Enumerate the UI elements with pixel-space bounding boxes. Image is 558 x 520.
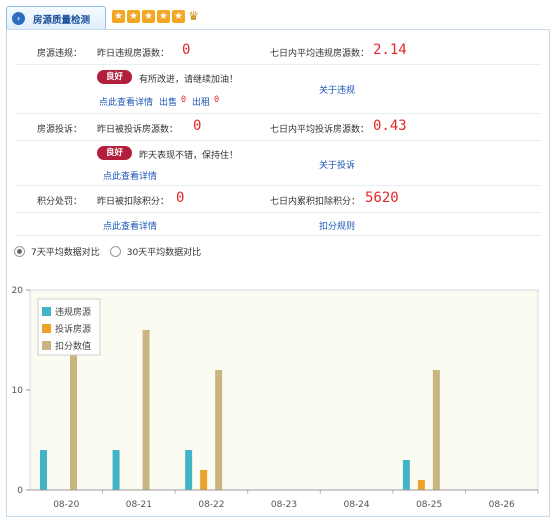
violation-label: 房源违规： [37,49,83,59]
bar [432,370,440,490]
complaint-detail-link[interactable]: 点此查看详情 [103,169,157,182]
y-tick-label: 10 [12,386,24,396]
legend-swatch [42,324,51,333]
bar [142,330,150,490]
bar [402,460,410,490]
rent-link[interactable]: 出租 [192,95,210,108]
violation-avg-value: 2.14 [373,42,407,58]
plot-area [29,289,539,491]
complaint-avg-label: 七日内平均投诉房源数： [270,125,370,135]
status-badge: 良好 [97,70,132,84]
star-icon: ★ [157,10,170,23]
legend-label: 扣分数值 [55,340,91,352]
sale-count: 0 [181,95,187,105]
bar [215,370,223,490]
about-violation-link[interactable]: 关于违规 [319,83,355,96]
points-yesterday-value: 0 [176,190,185,206]
violation-row: 房源违规： 昨日违规房源数： 0 七日内平均违规房源数： 2.14 [15,38,541,65]
tab-title: 房源质量检测 [33,15,91,26]
complaint-avg-value: 0.43 [373,118,407,134]
compare-7-label[interactable]: 7天平均数据对比 [31,245,100,258]
bar [200,470,208,490]
points-total-value: 5620 [365,190,399,206]
legend-label: 投诉房源 [55,323,91,335]
legend-label: 违规房源 [55,306,91,318]
x-tick-label: 08-20 [53,500,79,510]
bar [417,480,425,490]
comparison-chart: 0 10 20 08-20 08-21 08-22 08-23 08-24 08-25 08-26… [8,272,542,512]
bar-chart: 0 10 20 08-20 08-21 08-22 08-23 08-24 08-25 08-26… [12,286,539,510]
compare-30-label[interactable]: 30天平均数据对比 [127,245,201,258]
violation-yesterday-label: 昨日违规房源数： [97,49,170,59]
tab-quality-check[interactable]: › 房源质量检测 [6,6,106,30]
about-complaint-link[interactable]: 关于投诉 [319,158,355,171]
arrow-right-icon: › [12,12,25,25]
violation-detail-link[interactable]: 点此查看详情 [99,95,153,108]
x-tick-label: 08-24 [343,500,369,510]
points-detail-row: 点此查看详情 扣分规则 [15,213,541,236]
crown-medal-icon: ♛ [188,9,199,23]
bar [40,450,47,490]
violation-yesterday-value: 0 [182,42,191,58]
x-tick-label: 08-23 [271,500,297,510]
y-tick-label: 20 [12,286,24,296]
status-badge: 良好 [97,146,132,160]
legend-swatch [42,341,51,350]
x-tick-label: 08-25 [416,500,442,510]
bar [185,450,193,490]
points-detail-link[interactable]: 点此查看详情 [103,219,157,232]
complaint-label: 房源投诉： [37,125,83,135]
complaint-yesterday-value: 0 [193,118,202,134]
compare-7-radio[interactable] [14,246,25,257]
violation-message: 有所改进，请继续加油！ [139,75,239,85]
points-rules-link[interactable]: 扣分规则 [319,219,355,232]
complaint-row: 房源投诉： 昨日被投诉房源数： 0 七日内平均投诉房源数： 0.43 [15,114,541,141]
compare-30-radio[interactable] [109,246,121,257]
legend-swatch [42,307,51,316]
violation-detail-row: 良好 有所改进，请继续加油！ 点此查看详情 出售 0 出租 0 关于违规 [15,65,541,114]
compare-options: 7天平均数据对比 30天平均数据对比 [14,245,201,258]
x-tick-label: 08-22 [198,500,224,510]
star-icon: ★ [142,10,155,23]
complaint-yesterday-label: 昨日被投诉房源数： [97,125,179,135]
sale-link[interactable]: 出售 [159,95,177,108]
points-row: 积分处罚： 昨日被扣除积分： 0 七日内累积扣除积分： 5620 [15,186,541,213]
star-icon: ★ [112,10,125,23]
x-tick-label: 08-26 [489,500,515,510]
star-icon: ★ [172,10,185,23]
star-icon: ★ [127,10,140,23]
y-tick-label: 0 [17,486,23,496]
star-rating: ★ ★ ★ ★ ★ ♛ [112,10,200,23]
bar [112,450,120,490]
rent-count: 0 [214,95,220,105]
violation-avg-label: 七日内平均违规房源数： [270,49,370,59]
x-tick-label: 08-21 [126,500,152,510]
complaint-message: 昨天表现不错，保持住！ [139,151,239,161]
points-label: 积分处罚： [37,197,83,207]
complaint-detail-row: 良好 昨天表现不错，保持住！ 点此查看详情 关于投诉 [15,141,541,186]
points-total-label: 七日内累积扣除积分： [270,197,361,207]
points-yesterday-label: 昨日被扣除积分： [97,197,170,207]
